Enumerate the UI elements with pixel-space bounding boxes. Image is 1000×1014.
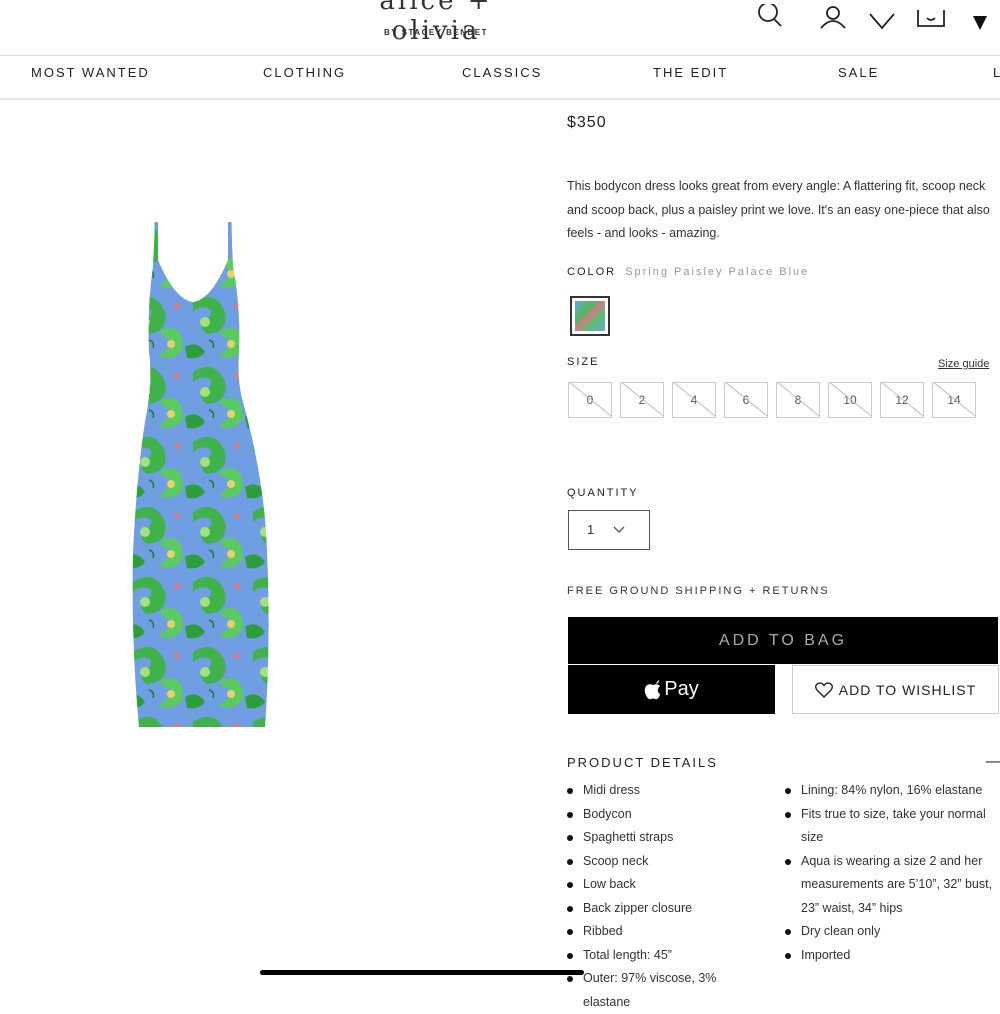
list-item: Spaghetti straps xyxy=(567,826,767,850)
menu-caret-icon[interactable] xyxy=(964,4,996,30)
add-to-bag-button[interactable]: ADD TO BAG xyxy=(568,617,998,664)
list-item: Midi dress xyxy=(567,779,767,803)
quantity-label: QUANTITY xyxy=(567,487,639,499)
nav-more[interactable]: L xyxy=(993,65,1000,80)
color-row: COLOR Spring Paisley Palace Blue xyxy=(567,266,809,278)
size-option-4[interactable]: 4 xyxy=(672,382,716,418)
size-option-2[interactable]: 2 xyxy=(620,382,664,418)
product-details-heading[interactable]: PRODUCT DETAILS xyxy=(567,755,718,770)
collapse-toggle[interactable]: — xyxy=(986,753,1000,771)
apple-logo-icon xyxy=(644,679,661,699)
add-to-bag-label: ADD TO BAG xyxy=(718,631,848,649)
home-indicator[interactable] xyxy=(260,970,584,975)
nav-most-wanted[interactable]: MOST WANTED xyxy=(31,65,150,80)
chevron-down-icon xyxy=(613,526,625,533)
quantity-select[interactable]: 1 xyxy=(568,510,650,550)
size-option-10[interactable]: 10 xyxy=(828,382,872,418)
size-option-6[interactable]: 6 xyxy=(724,382,768,418)
list-item: Aqua is wearing a size 2 and her measure… xyxy=(785,850,997,921)
nav-the-edit[interactable]: THE EDIT xyxy=(653,65,728,80)
list-item: Scoop neck xyxy=(567,850,767,874)
list-item: Outer: 97% viscose, 3% elastane xyxy=(567,967,767,1014)
size-option-0[interactable]: 0 xyxy=(568,382,612,418)
list-item: Ribbed xyxy=(567,920,767,944)
size-label: SIZE xyxy=(567,356,600,368)
product-details-list-2: Lining: 84% nylon, 16% elastane Fits tru… xyxy=(785,779,997,967)
color-swatch-thumbnail xyxy=(575,301,605,331)
list-item: Back zipper closure xyxy=(567,897,767,921)
apple-pay-button[interactable]: Pay xyxy=(568,665,775,714)
search-icon[interactable] xyxy=(754,4,786,30)
shipping-note: FREE GROUND SHIPPING + RETURNS xyxy=(567,585,830,597)
nav-sale[interactable]: SALE xyxy=(838,65,879,80)
size-option-8[interactable]: 8 xyxy=(776,382,820,418)
add-to-wishlist-label: ADD TO WISHLIST xyxy=(838,681,977,698)
apple-pay-label: Pay xyxy=(664,678,699,700)
list-item: Lining: 84% nylon, 16% elastane xyxy=(785,779,997,803)
color-swatch-selected[interactable] xyxy=(570,296,610,336)
add-to-wishlist-button[interactable]: ADD TO WISHLIST xyxy=(792,665,999,714)
list-item: Imported xyxy=(785,944,997,968)
product-image[interactable] xyxy=(125,222,285,732)
bag-icon[interactable] xyxy=(915,4,947,30)
nav-clothing[interactable]: CLOTHING xyxy=(263,65,346,80)
list-item: Fits true to size, take your normal size xyxy=(785,803,997,850)
size-guide-link[interactable]: Size guide xyxy=(938,358,989,370)
heart-icon xyxy=(814,681,833,698)
list-item: Bodycon xyxy=(567,803,767,827)
header-divider xyxy=(0,55,1000,56)
color-label: COLOR xyxy=(567,266,617,278)
nav-classics[interactable]: CLASSICS xyxy=(462,65,542,80)
product-description: This bodycon dress looks great from ever… xyxy=(567,179,990,240)
quantity-value: 1 xyxy=(587,522,595,537)
product-price: $350 xyxy=(567,114,607,131)
nav-divider xyxy=(0,98,1000,100)
list-item: Dry clean only xyxy=(785,920,997,944)
size-option-14[interactable]: 14 xyxy=(932,382,976,418)
color-name: Spring Paisley Palace Blue xyxy=(625,266,810,278)
list-item: Total length: 45” xyxy=(567,944,767,968)
product-details-list-1: Midi dress Bodycon Spaghetti straps Scoo… xyxy=(567,779,767,1014)
wishlist-heart-icon[interactable] xyxy=(866,4,898,30)
brand-tagline: BY STACEY BENDET xyxy=(383,28,488,37)
list-item: Low back xyxy=(567,873,767,897)
size-option-12[interactable]: 12 xyxy=(880,382,924,418)
brand-logo[interactable]: alice + olivia xyxy=(350,0,522,46)
account-icon[interactable] xyxy=(817,4,849,30)
